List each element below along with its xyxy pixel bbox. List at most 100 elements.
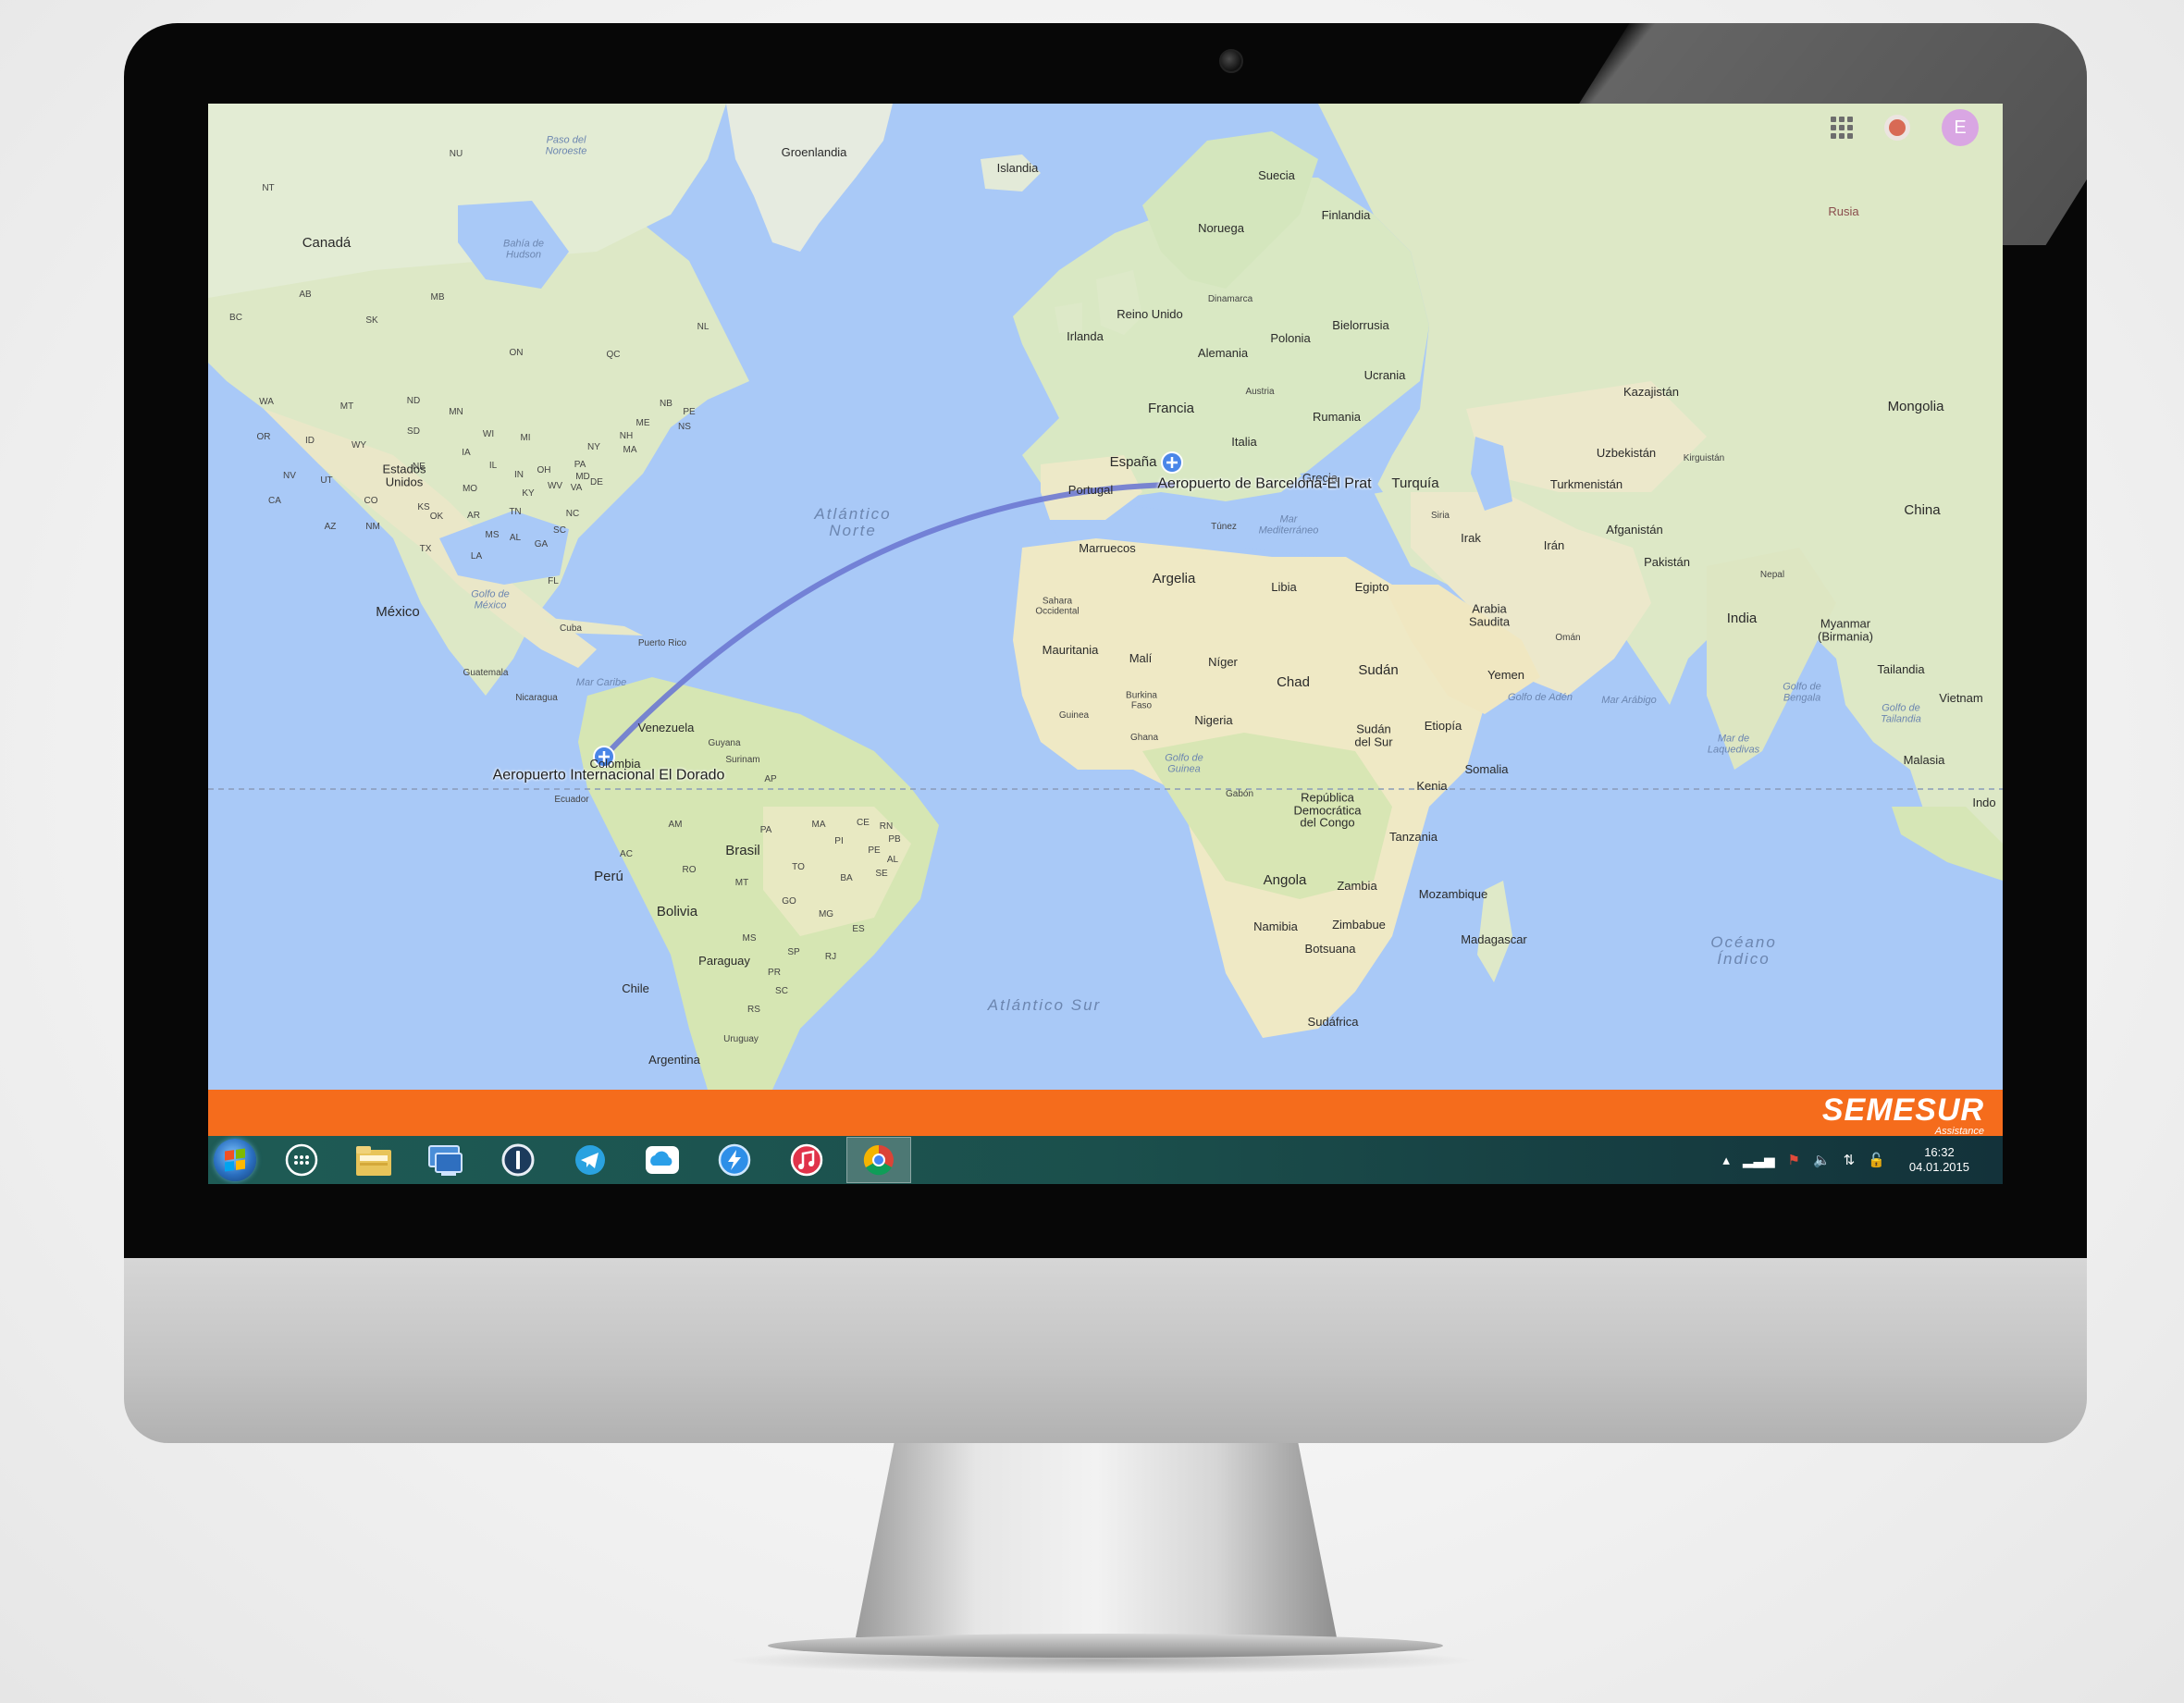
map-label-state: SC bbox=[775, 985, 788, 996]
map-label-state: NL bbox=[697, 321, 709, 332]
map-label-sudan: Sudán bbox=[1358, 662, 1399, 679]
map-label-sahara: Sahara Occidental bbox=[1035, 596, 1080, 616]
network-icon[interactable]: ⇅ bbox=[1844, 1152, 1856, 1168]
system-tray: ▴ ▂▃▅ ⚑ 🔈 ⇅ 🔓 16:32 04.01.2015 bbox=[1722, 1136, 1969, 1184]
map-label-bolivia: Bolivia bbox=[656, 904, 698, 920]
map-label-nigeria: Nigeria bbox=[1194, 713, 1233, 728]
map-label-sudafrica: Sudáfrica bbox=[1307, 1015, 1359, 1030]
volume-icon[interactable]: 🔈 bbox=[1813, 1152, 1831, 1168]
messenger-icon bbox=[718, 1143, 751, 1177]
map-label-state: WA bbox=[259, 396, 274, 407]
map-label-noruega: Noruega bbox=[1198, 221, 1244, 236]
map-label-state: NE bbox=[413, 461, 426, 472]
show-hidden-icons-icon[interactable]: ▴ bbox=[1722, 1152, 1730, 1168]
map-label-state: RJ bbox=[824, 951, 837, 962]
map-label-state: DE bbox=[590, 476, 603, 487]
taskbar-telegram[interactable] bbox=[558, 1137, 623, 1183]
brand-bar: SEMESUR Assistance bbox=[208, 1090, 2003, 1137]
map-label-state: NT bbox=[262, 182, 275, 193]
lock-icon[interactable]: 🔓 bbox=[1868, 1152, 1885, 1168]
map-label-finlandia: Finlandia bbox=[1321, 208, 1371, 223]
map-label-mexico: México bbox=[376, 604, 420, 621]
map-top-controls: E bbox=[1831, 109, 1979, 146]
map-label-austria: Austria bbox=[1245, 386, 1275, 397]
map-label-kirguistan: Kirguistán bbox=[1683, 452, 1725, 463]
map-label-state: PE bbox=[683, 406, 696, 417]
map-view[interactable]: Groenlandia Islandia Canadá Estados Unid… bbox=[208, 104, 2003, 1090]
destination-airport-label[interactable]: Aeropuerto de Barcelona-El Prat bbox=[1157, 476, 1371, 493]
map-label-islandia: Islandia bbox=[996, 161, 1039, 176]
map-label-tailandia: Tailandia bbox=[1877, 662, 1925, 677]
map-label-state: PR bbox=[768, 967, 781, 978]
map-label-kenia: Kenia bbox=[1416, 779, 1448, 794]
map-label-gabon: Gabón bbox=[1225, 788, 1254, 799]
map-label-reino-unido: Reino Unido bbox=[1117, 307, 1183, 322]
map-label-state: RN bbox=[879, 821, 894, 832]
map-label-kazajistan: Kazajistán bbox=[1623, 385, 1679, 400]
map-label-state: GA bbox=[534, 538, 549, 549]
map-label-cuba: Cuba bbox=[560, 623, 582, 634]
map-label-ucrania: Ucrania bbox=[1363, 368, 1406, 383]
origin-airport-label[interactable]: Aeropuerto Internacional El Dorado bbox=[493, 768, 725, 784]
map-label-uzbekistan: Uzbekistán bbox=[1596, 446, 1657, 461]
map-label-zambia: Zambia bbox=[1337, 879, 1377, 894]
map-label-rusia: Rusia bbox=[1828, 204, 1859, 219]
map-label-afganistan: Afganistán bbox=[1606, 523, 1663, 537]
map-label-groenlandia: Groenlandia bbox=[781, 145, 847, 160]
map-label-state: SP bbox=[787, 946, 800, 957]
map-label-state: NM bbox=[365, 521, 380, 532]
destination-airport-marker bbox=[1161, 451, 1183, 474]
map-label-marruecos: Marruecos bbox=[1079, 541, 1136, 556]
map-label-state: MT bbox=[339, 401, 354, 412]
taskbar-cloud-drive[interactable] bbox=[630, 1137, 695, 1183]
map-label-state: RO bbox=[682, 864, 697, 875]
map-label-state: ME bbox=[635, 417, 650, 428]
map-label-state: NB bbox=[660, 398, 672, 409]
map-label-vietnam: Vietnam bbox=[1939, 691, 1983, 706]
map-label-libia: Libia bbox=[1271, 580, 1297, 595]
land-ireland bbox=[1055, 302, 1082, 333]
map-label-guatemala: Guatemala bbox=[463, 667, 509, 678]
map-label-state: OK bbox=[429, 511, 444, 522]
map-label-chile: Chile bbox=[622, 981, 649, 996]
map-label-state: OR bbox=[256, 431, 271, 442]
map-label-state: NY bbox=[587, 441, 600, 452]
brand-name: SEMESUR bbox=[1821, 1092, 1984, 1128]
map-label-state: AC bbox=[620, 848, 633, 859]
notifications-icon[interactable] bbox=[1884, 115, 1910, 141]
map-label-state: FL bbox=[548, 575, 559, 586]
map-label-mongolia: Mongolia bbox=[1887, 399, 1944, 415]
map-label-state: NV bbox=[283, 470, 296, 481]
taskbar-app-launcher[interactable] bbox=[269, 1137, 334, 1183]
map-label-ghana: Ghana bbox=[1129, 732, 1159, 743]
map-label-dinamarca: Dinamarca bbox=[1207, 293, 1253, 304]
apps-grid-icon[interactable] bbox=[1831, 117, 1853, 139]
signal-icon[interactable]: ▂▃▅ bbox=[1743, 1152, 1775, 1168]
map-label-uruguay: Uruguay bbox=[723, 1033, 759, 1044]
map-label-turkmenistan: Turkmenistán bbox=[1549, 477, 1623, 492]
telegram-icon bbox=[575, 1145, 605, 1175]
taskbar-password-manager[interactable] bbox=[486, 1137, 550, 1183]
taskbar-file-explorer[interactable] bbox=[341, 1137, 406, 1183]
map-label-state: IN bbox=[514, 469, 524, 480]
brand-logo: SEMESUR Assistance bbox=[1821, 1092, 1984, 1137]
taskbar-itunes[interactable] bbox=[774, 1137, 839, 1183]
start-button[interactable] bbox=[214, 1139, 256, 1181]
clock[interactable]: 16:32 04.01.2015 bbox=[1909, 1145, 1969, 1175]
map-label-paso-noroeste: Paso del Noroeste bbox=[545, 134, 587, 156]
map-label-angola: Angola bbox=[1263, 872, 1307, 889]
taskbar-chrome[interactable] bbox=[846, 1137, 911, 1183]
map-label-mar-caribe: Mar Caribe bbox=[575, 677, 627, 689]
taskbar-remote-desktop[interactable] bbox=[413, 1137, 478, 1183]
map-label-state: ID bbox=[305, 435, 315, 446]
map-label-portugal: Portugal bbox=[1067, 483, 1114, 498]
monitor-chin bbox=[124, 1258, 2087, 1443]
map-label-golfo-aden: Golfo de Adén bbox=[1508, 692, 1573, 704]
account-avatar[interactable]: E bbox=[1942, 109, 1979, 146]
flag-icon[interactable]: ⚑ bbox=[1788, 1152, 1800, 1168]
map-label-yemen: Yemen bbox=[1487, 668, 1524, 683]
map-label-alemania: Alemania bbox=[1197, 346, 1249, 361]
map-label-state: PE bbox=[868, 845, 881, 856]
taskbar-messenger[interactable] bbox=[702, 1137, 767, 1183]
map-label-myanmar: Myanmar (Birmania) bbox=[1818, 616, 1873, 643]
